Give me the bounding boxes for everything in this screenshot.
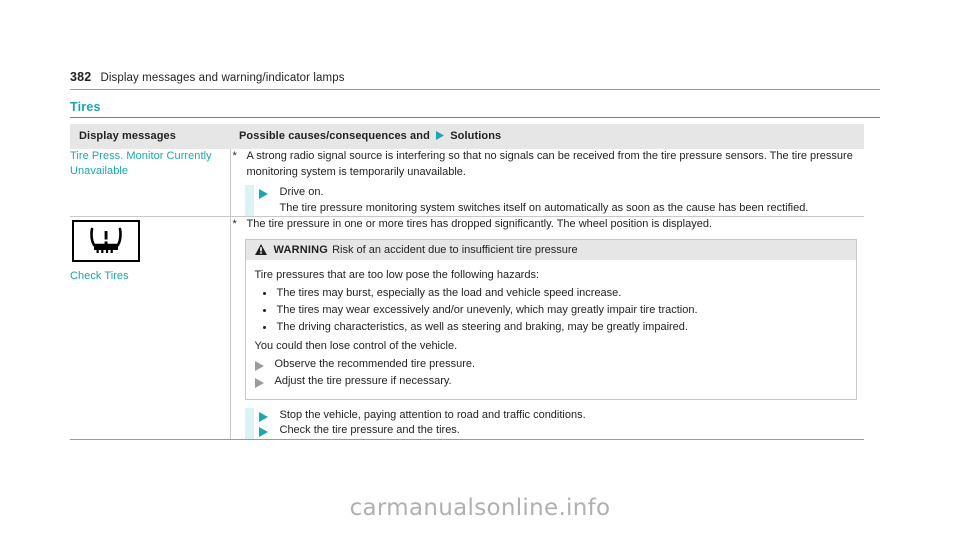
warning-tail-text: You could then lose control of the vehic… — [254, 339, 458, 352]
warning-action-item: Adjust the tire pressure if necessary. — [254, 373, 847, 390]
warning-box-body: Tire pressures that are too low pose the… — [246, 260, 857, 399]
column-header-causes-text: Possible causes/consequences and — [239, 130, 430, 142]
table-row: Tire Press. Monitor Currently Unavailabl… — [70, 149, 864, 217]
running-head-title: Display messages and warning/indicator l… — [100, 72, 345, 84]
warning-action-text: Adjust the tire pressure if necessary. — [274, 374, 452, 387]
warning-triangle-icon — [254, 244, 274, 255]
list-item: The tires may wear excessively and/or un… — [255, 302, 847, 319]
solution-item: Check the tire pressure and the tires. — [245, 423, 865, 439]
warning-box: WARNING Risk of an accident due to insuf… — [244, 238, 857, 400]
column-header-display-messages: Display messages — [70, 124, 230, 149]
list-item: The tires may burst, especially as the l… — [255, 285, 847, 302]
cause-paragraph: * A strong radio signal source is interf… — [231, 149, 865, 180]
column-header-causes-solutions: Possible causes/consequences and Solutio… — [230, 124, 864, 149]
warning-action-item: Observe the recommended tire pressure. — [254, 356, 847, 373]
action-triangle-icon — [254, 373, 275, 388]
solution-text: Drive on. — [279, 186, 324, 198]
table-row: Check Tires * The tire pressure in one o… — [70, 216, 865, 440]
solution-block: Stop the vehicle, paying attention to ro… — [231, 407, 865, 439]
page-number: 382 — [70, 70, 92, 84]
asterisk-marker: * — [232, 218, 237, 230]
cause-solution-cell: * The tire pressure in one or more tires… — [230, 216, 865, 440]
warning-box-header: WARNING Risk of an accident due to insuf… — [245, 239, 856, 260]
section-heading: Tires — [70, 100, 880, 118]
solution-item: Drive on. — [245, 185, 865, 201]
asterisk-marker: * — [232, 150, 237, 162]
list-item: The driving characteristics, as well as … — [255, 319, 847, 336]
table-header-row: Display messages Possible causes/consequ… — [70, 124, 864, 149]
action-triangle-icon — [254, 356, 275, 371]
solution-triangle-icon — [258, 423, 277, 437]
running-head: 382 Display messages and warning/indicat… — [70, 70, 880, 90]
warning-title: Risk of an accident due to insufficient … — [332, 243, 578, 256]
warning-lead-text: Tire pressures that are too low pose the… — [254, 268, 540, 281]
warning-hazard-list: The tires may burst, especially as the l… — [255, 285, 847, 336]
warning-label: WARNING — [273, 243, 329, 256]
solution-detail-text: The tire pressure monitoring system swit… — [279, 201, 809, 214]
solution-text: Check the tire pressure and the tires. — [279, 424, 460, 436]
tire-pressure-warning-lamp-icon — [72, 220, 140, 262]
solution-item: Stop the vehicle, paying attention to ro… — [245, 408, 865, 424]
solution-text: Stop the vehicle, paying attention to ro… — [279, 408, 586, 421]
column-header-solutions-text: Solutions — [450, 130, 502, 142]
site-watermark: carmanualsonline.info — [349, 495, 611, 521]
display-message-label: Tire Press. Monitor Currently Unavailabl… — [70, 150, 212, 177]
cause-paragraph: * The tire pressure in one or more tires… — [231, 217, 865, 233]
cause-text: The tire pressure in one or more tires h… — [246, 218, 713, 230]
display-messages-table: Display messages Possible causes/consequ… — [70, 124, 864, 440]
display-message-label: Check Tires — [70, 270, 129, 282]
display-message-cell: Tire Press. Monitor Currently Unavailabl… — [70, 149, 231, 217]
cause-text: A strong radio signal source is interfer… — [246, 150, 853, 178]
solution-triangle-icon — [436, 131, 445, 143]
display-message-cell: Check Tires — [70, 216, 231, 440]
solution-triangle-icon — [258, 408, 277, 422]
solution-triangle-icon — [258, 185, 277, 199]
cause-solution-cell: * A strong radio signal source is interf… — [230, 149, 864, 217]
warning-action-text: Observe the recommended tire pressure. — [274, 357, 476, 370]
solution-block: Drive on. The tire pressure monitoring s… — [231, 185, 865, 216]
